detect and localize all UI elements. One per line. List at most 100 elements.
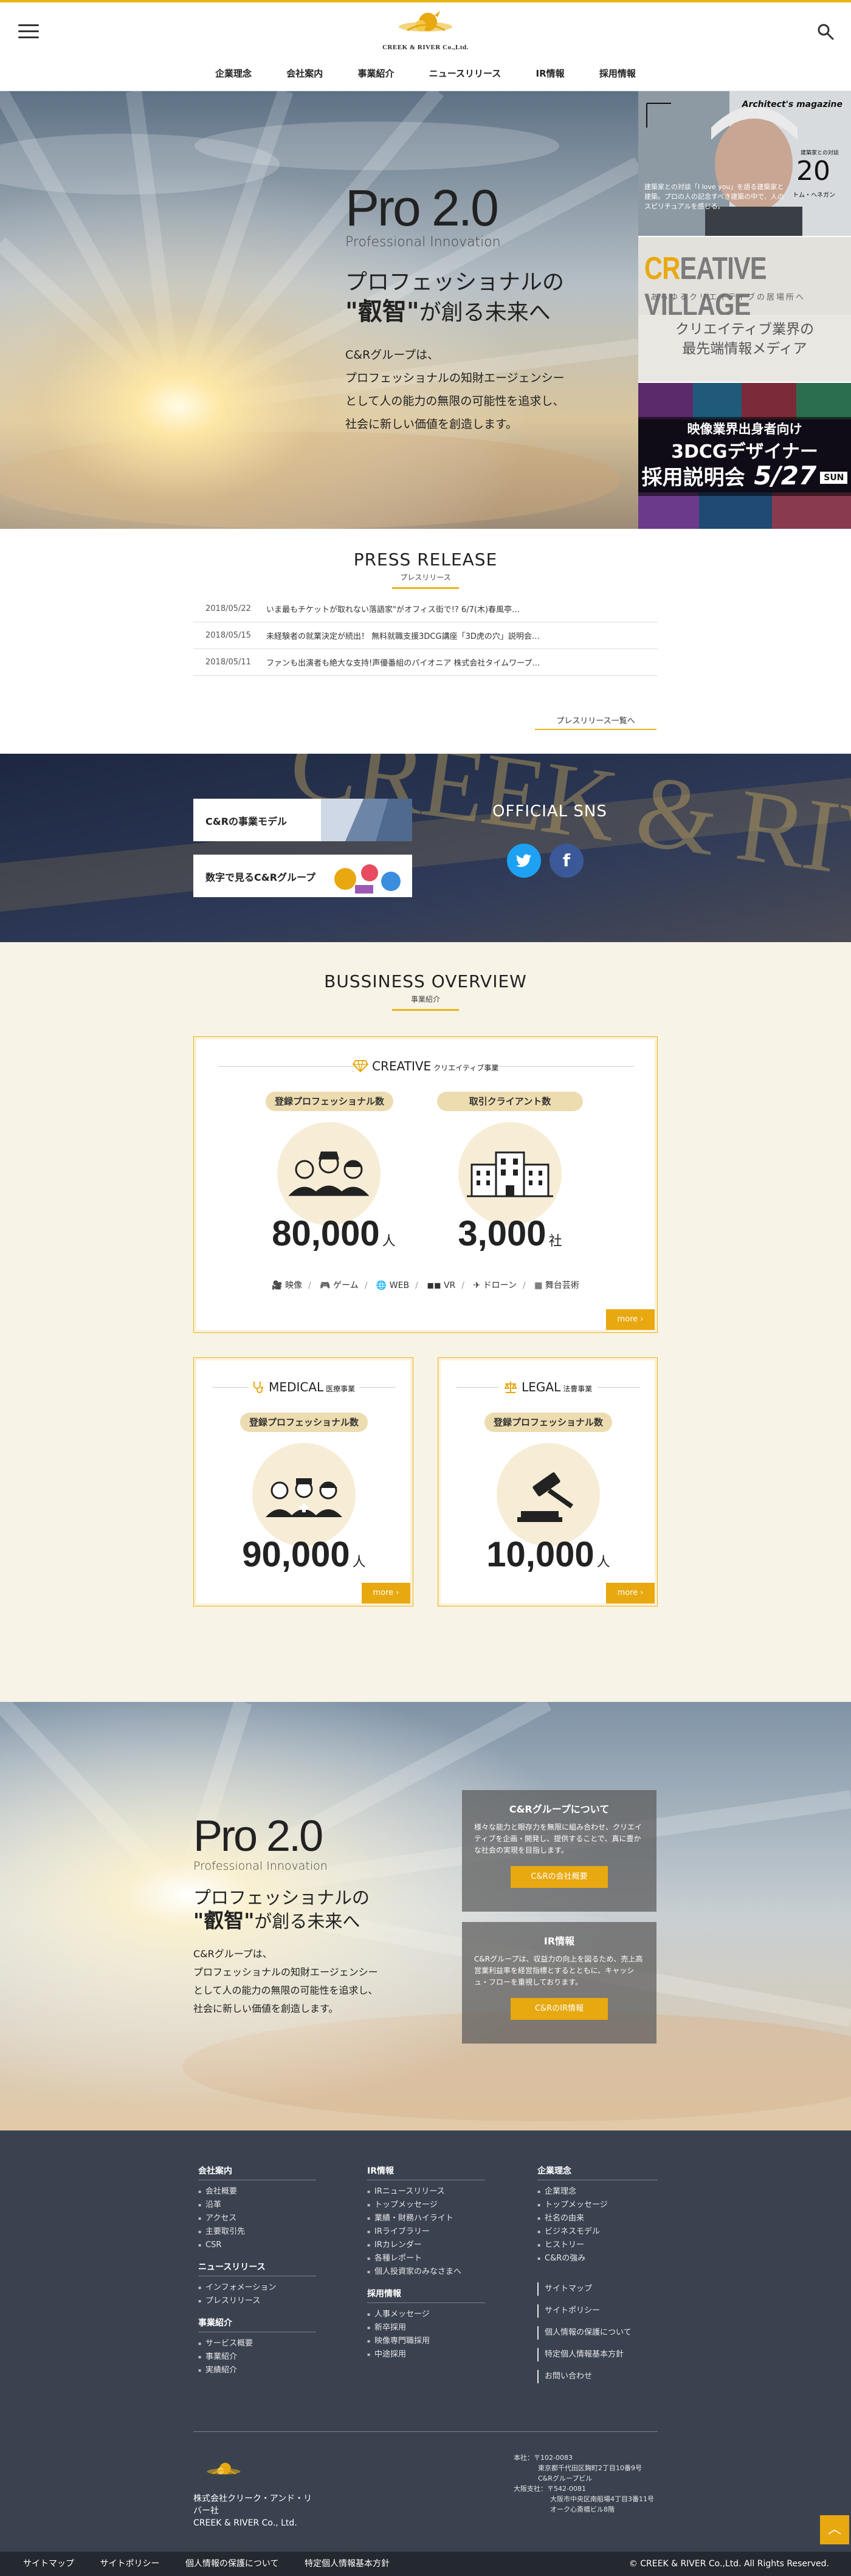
creative-card: CREATIVE クリエイティブ事業 登録プロフェッショナル数 取引クライアント数 xyxy=(193,1036,658,1333)
creative-village-banner[interactable]: CREATIVE VILLAGE あらゆるクリエイティブの居場所へ クリエイティ… xyxy=(638,237,851,382)
recruit-seminar-date: 採用説明会 5/27 SUN xyxy=(638,461,851,491)
footer-link[interactable]: CSR xyxy=(198,2239,316,2252)
footer-link[interactable]: トップメッセージ xyxy=(537,2199,658,2212)
footer-heading[interactable]: IR情報 xyxy=(367,2164,485,2180)
creative-categories: 🎥 映像 / 🎮 ゲーム / 🌐 WEB / ◼◼ VR / ✈ ドローン / ▦ 舞台芸… xyxy=(194,1279,657,1291)
lead-line: 社会に新しい価値を創造します。 xyxy=(345,418,518,431)
footer-link[interactable]: IRニュースリリース xyxy=(367,2185,485,2199)
footer-link[interactable]: IRライブラリー xyxy=(367,2225,485,2239)
ir-info-button[interactable]: C&RのIR情報 xyxy=(511,1998,608,2020)
company-name-jp: 株式会社クリーク・アンド・リバー社 xyxy=(193,2494,312,2516)
sns-band: CREEK & RIVER Co.,Ltd. C&Rの事業モデル 数字で見るC&… xyxy=(0,754,851,942)
footer-link[interactable]: 沿革 xyxy=(198,2199,316,2212)
footer-logo[interactable]: 株式会社クリーク・アンド・リバー社 CREEK & RIVER Co., Ltd. xyxy=(193,2453,315,2529)
bottom-link-privacy[interactable]: 個人情報の保護について xyxy=(185,2552,279,2576)
site-logo[interactable]: CREEK & RIVER Co.,Ltd. xyxy=(377,6,474,56)
twitter-icon[interactable] xyxy=(507,844,541,878)
pro-title: Pro 2.0 xyxy=(193,1812,323,1861)
numbers-button[interactable]: 数字で見るC&Rグループ xyxy=(193,855,412,897)
search-icon[interactable] xyxy=(817,23,834,40)
recruit-target: 映像業界出身者向け xyxy=(687,422,802,436)
creators-icon xyxy=(288,1151,370,1196)
business-model-button[interactable]: C&Rの事業モデル xyxy=(193,799,412,841)
bottom-link-mynumber[interactable]: 特定個人情報基本方針 xyxy=(305,2552,390,2576)
business-model-label: C&Rの事業モデル xyxy=(205,816,288,827)
facebook-icon[interactable]: f xyxy=(550,844,584,878)
creative-title: CREATIVE xyxy=(372,1059,432,1073)
footer-link[interactable]: 各種レポート xyxy=(367,2252,485,2265)
people-illustration xyxy=(277,1122,381,1225)
category-web: 🌐 WEB xyxy=(376,1281,410,1290)
footer-link[interactable]: 特定個人情報基本方針 xyxy=(537,2348,658,2361)
press-item[interactable]: 2018/05/11 ファンも出演者も絶大な支持!声優番組のパイオニア 株式会社タ… xyxy=(193,649,658,676)
footer-link[interactable]: 実績紹介 xyxy=(198,2364,316,2377)
nav-business[interactable]: 事業紹介 xyxy=(358,67,394,80)
side-banners: Architect's magazine 建築家との対談 20 トム・ヘネガン … xyxy=(638,91,851,529)
nav-recruit[interactable]: 採用情報 xyxy=(599,67,636,80)
footer-link[interactable]: C&Rの強み xyxy=(537,2252,658,2265)
footer-link[interactable]: アクセス xyxy=(198,2212,316,2225)
bottom-link-policy[interactable]: サイトポリシー xyxy=(100,2552,159,2576)
lead-line: プロフェッショナルの知財エージェンシー xyxy=(345,371,565,385)
legal-title: LEGAL xyxy=(522,1380,561,1394)
medical-professionals-count: 90,000 人 xyxy=(194,1534,414,1575)
press-list-link[interactable]: プレスリリース一覧へ xyxy=(535,714,656,730)
footer-link[interactable]: サイトポリシー xyxy=(537,2304,658,2318)
footer-link[interactable]: 主要取引先 xyxy=(198,2225,316,2239)
footer-link[interactable]: 映像専門職採用 xyxy=(367,2335,485,2348)
footer-link[interactable]: 人事メッセージ xyxy=(367,2308,485,2321)
footer-link[interactable]: 新卒採用 xyxy=(367,2321,485,2335)
footer-link[interactable]: 個人情報の保護について xyxy=(537,2326,658,2340)
menu-icon[interactable] xyxy=(18,24,39,39)
footer-heading[interactable]: 企業理念 xyxy=(537,2164,658,2180)
footer-link[interactable]: インフォメーション xyxy=(198,2281,316,2295)
footer-link[interactable]: ヒストリー xyxy=(537,2239,658,2252)
address-line: 本社：〒102-0083 xyxy=(514,2454,573,2462)
legal-heading: LEGAL 法曹事業 xyxy=(438,1380,657,1394)
legal-card: LEGAL 法曹事業 登録プロフェッショナル数 10,000 人 more › xyxy=(438,1357,658,1607)
footer-link[interactable]: サイトマップ xyxy=(537,2282,658,2296)
footer-link[interactable]: トップメッセージ xyxy=(367,2199,485,2212)
footer-link[interactable]: 企業理念 xyxy=(537,2185,658,2199)
footer-link[interactable]: サービス概要 xyxy=(198,2337,316,2350)
category-label: WEB xyxy=(389,1281,410,1290)
legal-more-button[interactable]: more › xyxy=(606,1583,655,1603)
pro-subtitle: Professional Innovation xyxy=(193,1859,328,1873)
footer-heading[interactable]: ニュースリリース xyxy=(198,2261,316,2276)
nav-company[interactable]: 会社案内 xyxy=(286,67,323,80)
buildings-icon xyxy=(467,1151,553,1197)
footer-link[interactable]: 事業紹介 xyxy=(198,2350,316,2364)
footer-link[interactable]: 会社概要 xyxy=(198,2185,316,2199)
footer-link[interactable]: ビジネスモデル xyxy=(537,2225,658,2239)
nav-news[interactable]: ニュースリリース xyxy=(429,67,501,80)
footer-link[interactable]: 業績・財務ハイライト xyxy=(367,2212,485,2225)
press-item[interactable]: 2018/05/22 いま最もチケットが取れない落語家"がオフィス街で!? 6/7… xyxy=(193,596,658,622)
footer-address: 本社：〒102-0083 東京都千代田区麹町2丁目10番9号 C&Rグループビル… xyxy=(514,2453,654,2515)
nav-ir[interactable]: IR情報 xyxy=(536,67,565,80)
press-item[interactable]: 2018/05/15 未経験者の就業決定が続出！ 無料就職支援3DCG講座「3D虎… xyxy=(193,622,658,649)
more-label: more xyxy=(373,1588,394,1597)
lead-line: として人の能力の無限の可能性を追求し、 xyxy=(345,394,565,408)
creative-more-button[interactable]: more › xyxy=(606,1309,655,1330)
recruit-seminar-banner[interactable]: 映像業界出身者向け 3DCGデザイナー 採用説明会 5/27 SUN xyxy=(638,383,851,529)
medical-more-button[interactable]: more › xyxy=(362,1583,410,1603)
corporate-banner: Pro 2.0 Professional Innovation プロフェッショナ… xyxy=(0,1702,851,2130)
nav-philosophy[interactable]: 企業理念 xyxy=(215,67,252,80)
architect-magazine-banner[interactable]: Architect's magazine 建築家との対談 20 トム・ヘネガン … xyxy=(638,91,851,236)
back-to-top-button[interactable]: ︿ xyxy=(820,2515,849,2544)
footer-heading[interactable]: 事業紹介 xyxy=(198,2316,316,2332)
footer-link[interactable]: 中途採用 xyxy=(367,2348,485,2361)
footer-link[interactable]: IRカレンダー xyxy=(367,2239,485,2252)
company-profile-button[interactable]: C&Rの会社概要 xyxy=(511,1866,608,1888)
hero-lead: C&Rグループは、 プロフェッショナルの知財エージェンシー として人の能力の無限… xyxy=(345,343,625,436)
footer-link[interactable]: 個人投資家のみなさまへ xyxy=(367,2265,485,2279)
category-drone: ✈ ドローン xyxy=(473,1281,517,1290)
bottom-link-sitemap[interactable]: サイトマップ xyxy=(23,2552,74,2576)
footer-link[interactable]: 社名の由来 xyxy=(537,2212,658,2225)
footer-heading[interactable]: 会社案内 xyxy=(198,2164,316,2180)
footer-heading[interactable]: 採用情報 xyxy=(367,2287,485,2303)
pro-subtitle: Professional Innovation xyxy=(345,235,501,250)
footer-link[interactable]: お問い合わせ xyxy=(537,2370,658,2383)
footer-link[interactable]: プレスリリース xyxy=(198,2295,316,2308)
about-group-text: 様々な能力と眼存力を無限に組み合わせ、クリエイティブを企画・開発し、提供すること… xyxy=(474,1823,643,1855)
